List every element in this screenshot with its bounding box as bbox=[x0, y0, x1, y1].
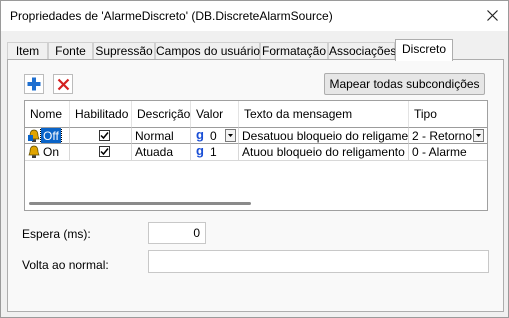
table-row[interactable]: On Atuada g 1 Atuou bloqueio do religame… bbox=[25, 144, 487, 161]
remove-subcondition-button[interactable] bbox=[53, 74, 73, 94]
value-dropdown-button[interactable] bbox=[225, 129, 236, 142]
row-message-cell[interactable]: Atuou bloqueio do religamento bbox=[239, 144, 409, 161]
tab-supressao[interactable]: Supressão bbox=[93, 42, 155, 60]
row-name-text[interactable]: Off bbox=[40, 128, 62, 143]
window-title: Propriedades de 'AlarmeDiscreto' (DB.Dis… bbox=[10, 9, 333, 23]
column-header-nome[interactable]: Nome bbox=[25, 101, 70, 127]
delete-x-icon bbox=[57, 78, 69, 90]
table-row[interactable]: Off Normal g 0 Desatuou bloqueio do reli… bbox=[25, 127, 487, 144]
close-icon bbox=[486, 9, 498, 21]
tab-discreto[interactable]: Discreto bbox=[395, 39, 453, 61]
value-g-icon: g bbox=[196, 144, 204, 158]
delay-label: Espera (ms): bbox=[22, 227, 91, 241]
bell-alarm-icon bbox=[28, 145, 40, 158]
column-header-texto-mensagem[interactable]: Texto da mensagem bbox=[239, 101, 409, 127]
tab-campos-usuario[interactable]: Campos do usuário bbox=[155, 42, 260, 60]
row-type-text: 2 - Retorno bbox=[412, 129, 473, 143]
map-all-subconditions-button[interactable]: Mapear todas subcondições bbox=[324, 73, 485, 95]
type-dropdown-button[interactable] bbox=[473, 129, 484, 142]
title-bar: Propriedades de 'AlarmeDiscreto' (DB.Dis… bbox=[1, 1, 508, 31]
row-type-cell[interactable]: 0 - Alarme bbox=[409, 144, 487, 161]
column-header-descricao[interactable]: Descrição bbox=[132, 101, 191, 127]
return-to-normal-input[interactable] bbox=[148, 250, 489, 273]
row-name-text[interactable]: On bbox=[41, 144, 61, 159]
properties-dialog: Propriedades de 'AlarmeDiscreto' (DB.Dis… bbox=[0, 0, 509, 318]
tab-strip: Item Fonte Supressão Campos do usuário F… bbox=[7, 39, 503, 61]
bell-alarm-icon bbox=[28, 129, 40, 142]
enabled-checkbox[interactable] bbox=[99, 130, 110, 141]
column-header-habilitado[interactable]: Habilitado bbox=[70, 101, 132, 127]
row-value-text: 1 bbox=[210, 145, 217, 159]
tab-item[interactable]: Item bbox=[7, 42, 48, 60]
row-name-cell[interactable]: On bbox=[25, 144, 70, 161]
add-subcondition-button[interactable] bbox=[24, 74, 44, 94]
chevron-down-icon bbox=[476, 134, 481, 137]
value-g-icon: g bbox=[196, 127, 204, 142]
row-message-cell[interactable]: Desatuou bloqueio do religamento bbox=[239, 127, 409, 144]
tab-formatacao[interactable]: Formatação bbox=[260, 42, 328, 60]
plus-icon bbox=[27, 77, 41, 91]
row-value-cell[interactable]: g 1 bbox=[191, 144, 239, 161]
row-description-cell[interactable]: Normal bbox=[132, 127, 191, 144]
row-enabled-cell bbox=[70, 144, 132, 161]
chevron-down-icon bbox=[228, 134, 233, 137]
close-button[interactable] bbox=[478, 2, 506, 28]
column-header-valor[interactable]: Valor bbox=[191, 101, 239, 127]
enabled-checkbox[interactable] bbox=[99, 146, 110, 157]
row-value-cell[interactable]: g 0 bbox=[191, 127, 239, 144]
check-icon bbox=[100, 132, 109, 140]
delay-input[interactable]: 0 bbox=[148, 222, 206, 244]
row-value-text: 0 bbox=[210, 129, 217, 143]
horizontal-scrollbar[interactable] bbox=[29, 202, 251, 205]
check-icon bbox=[100, 148, 109, 156]
discreto-tab-panel: Mapear todas subcondições Nome Habilitad… bbox=[7, 59, 504, 312]
grid-header: Nome Habilitado Descrição Valor Texto da… bbox=[25, 101, 487, 127]
tab-fonte[interactable]: Fonte bbox=[48, 42, 93, 60]
row-name-cell[interactable]: Off bbox=[25, 127, 70, 144]
row-enabled-cell bbox=[70, 127, 132, 144]
row-description-cell[interactable]: Atuada bbox=[132, 144, 191, 161]
subconditions-grid: Nome Habilitado Descrição Valor Texto da… bbox=[24, 100, 488, 211]
tab-associacoes[interactable]: Associações bbox=[328, 42, 396, 60]
return-to-normal-label: Volta ao normal: bbox=[22, 258, 109, 272]
column-header-tipo[interactable]: Tipo bbox=[409, 101, 487, 127]
row-type-cell[interactable]: 2 - Retorno bbox=[409, 127, 487, 144]
